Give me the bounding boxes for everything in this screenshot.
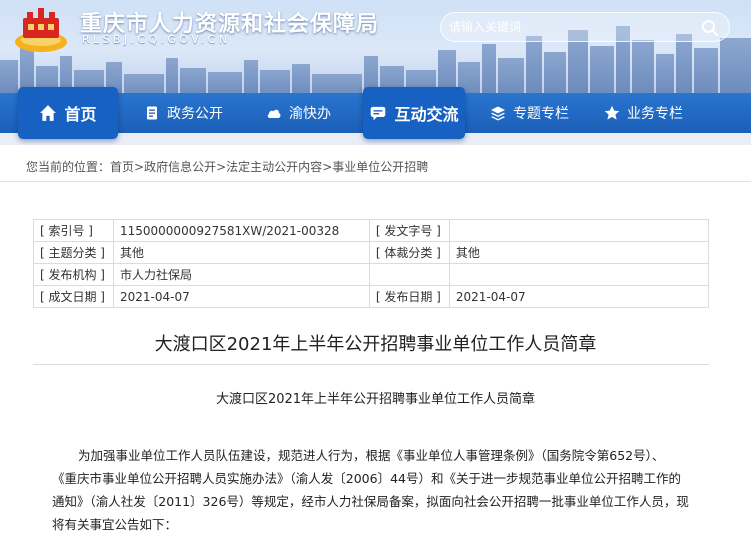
star-icon (604, 105, 620, 120)
ministry-logo (15, 8, 67, 52)
layers-icon (491, 106, 505, 121)
nav-topics-label: 专题专栏 (513, 106, 569, 122)
search-box (440, 12, 730, 42)
article-subtitle: 大渡口区2021年上半年公开招聘事业单位工作人员简章 (215, 392, 536, 407)
body-line: 将有关事宜公告如下： (52, 517, 178, 532)
breadcrumb-trail: 您当前的位置：首页>政府信息公开>法定主动公开内容>事业单位公开招聘 (26, 158, 428, 175)
issuer-label: [ 发布机构 ] (33, 263, 114, 286)
issuer-value: 市人力社保局 (112, 263, 370, 286)
table-row: [ 索引号 ] 1150000000927581XW/2021-00328 [ … (33, 219, 710, 242)
breadcrumb-home[interactable]: 首页 (110, 160, 134, 174)
breadcrumb-sep: > (322, 160, 333, 174)
cloud-icon (267, 109, 281, 118)
nav-topics[interactable]: 专题专栏 (490, 93, 569, 133)
genre-value: 其他 (448, 241, 710, 264)
doc-no-label: [ 发文字号 ] (368, 219, 450, 242)
written-date-label: [ 成文日期 ] (33, 285, 114, 308)
nav-business-label: 业务专栏 (627, 106, 683, 122)
nav-home[interactable]: 首页 (18, 87, 118, 139)
nav-home-label: 首页 (64, 105, 97, 124)
topic-label: [ 主题分类 ] (33, 241, 114, 264)
empty-cell (368, 263, 450, 286)
breadcrumb-sep: > (216, 160, 227, 174)
nav-business[interactable]: 业务专栏 (604, 93, 683, 133)
site-domain: RLSBJ.CQ.GOV.CN (82, 33, 231, 46)
table-row: [ 成文日期 ] 2021-04-07 [ 发布日期 ] 2021-04-07 (33, 285, 710, 308)
breadcrumb-statutory[interactable]: 法定主动公开内容 (226, 160, 322, 174)
index-label: [ 索引号 ] (33, 219, 114, 242)
nav-gov-open-label: 政务公开 (167, 106, 223, 122)
body-line: 为加强事业单位工作人员队伍建设，规范进人行为，根据《事业单位人事管理条例》（国务… (78, 448, 665, 463)
main-nav: 首页 政务公开 渝快办 互动交流 专题专栏 业务专栏 (0, 87, 751, 139)
index-value: 1150000000927581XW/2021-00328 (112, 219, 370, 242)
empty-cell (448, 263, 710, 286)
published-date-label: [ 发布日期 ] (368, 285, 450, 308)
breadcrumb-sep: > (134, 160, 145, 174)
doc-no-value (448, 219, 710, 242)
article-body: 为加强事业单位工作人员队伍建设，规范进人行为，根据《事业单位人事管理条例》（国务… (52, 444, 702, 536)
breadcrumb-prefix: 您当前的位置： (26, 160, 111, 174)
search-icon[interactable] (701, 19, 719, 37)
nav-interaction[interactable]: 互动交流 (363, 87, 465, 139)
nav-interaction-label: 互动交流 (394, 105, 459, 124)
written-date-value: 2021-04-07 (112, 285, 370, 308)
breadcrumb: 您当前的位置：首页>政府信息公开>法定主动公开内容>事业单位公开招聘 (0, 150, 751, 182)
home-icon (40, 105, 57, 121)
document-icon (147, 106, 157, 120)
topic-value: 其他 (112, 241, 370, 264)
breadcrumb-gov-info[interactable]: 政府信息公开 (144, 160, 216, 174)
document-meta-table: [ 索引号 ] 1150000000927581XW/2021-00328 [ … (33, 219, 710, 308)
search-input[interactable] (449, 18, 689, 36)
published-date-value: 2021-04-07 (448, 285, 710, 308)
nav-gov-open[interactable]: 政务公开 (144, 93, 223, 133)
body-line: 《重庆市事业单位公开招聘人员实施办法》（渝人发〔2006〕44号）和《关于进一步… (52, 471, 681, 486)
header-banner: 重庆市人力资源和社会保障局 RLSBJ.CQ.GOV.CN 首页 政务公开 (0, 0, 751, 145)
nav-yukuaiban[interactable]: 渝快办 (266, 93, 331, 133)
nav-yukuaiban-label: 渝快办 (289, 106, 331, 122)
article-title: 大渡口区2021年上半年公开招聘事业单位工作人员简章 (154, 334, 597, 355)
title-divider (33, 364, 709, 365)
table-row: [ 主题分类 ] 其他 [ 体裁分类 ] 其他 (33, 241, 710, 264)
breadcrumb-recruitment[interactable]: 事业单位公开招聘 (332, 160, 428, 174)
body-line: 通知》（渝人社发〔2011〕326号）等规定，经市人力社保局备案，拟面向社会公开… (52, 494, 689, 509)
genre-label: [ 体裁分类 ] (368, 241, 450, 264)
table-row: [ 发布机构 ] 市人力社保局 (33, 263, 710, 286)
chat-icon (371, 106, 386, 121)
